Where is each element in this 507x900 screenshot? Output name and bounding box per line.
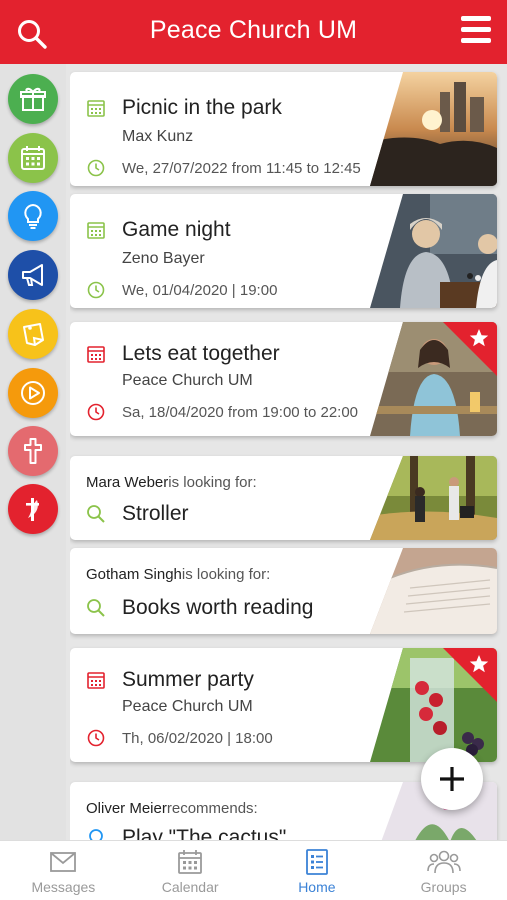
sidebar-item-faith[interactable] <box>8 426 58 476</box>
search-icon <box>87 599 105 617</box>
event-organizer: Peace Church UM <box>122 698 253 715</box>
request-verb: is looking for: <box>181 566 271 583</box>
gift-icon <box>20 87 46 111</box>
clock-icon <box>87 403 105 421</box>
clock-icon <box>87 729 105 747</box>
play-icon <box>21 381 45 405</box>
request-card[interactable]: Gotham Singh is looking for: Books worth… <box>70 548 497 634</box>
picnic-photo <box>370 72 497 186</box>
event-date: Th, 06/02/2020 | 18:00 <box>122 729 273 747</box>
event-card[interactable]: Summer party Peace Church UM Th, 06/02/2… <box>70 648 497 762</box>
tab-messages[interactable]: Messages <box>0 841 127 900</box>
search-icon <box>87 505 105 523</box>
hamburger-menu-icon[interactable] <box>461 16 491 44</box>
event-card[interactable]: Game night Zeno Bayer We, 01/04/2020 | 1… <box>70 194 497 308</box>
sidebar-item-ideas[interactable] <box>8 191 58 241</box>
envelope-icon <box>50 852 77 872</box>
calendar-icon <box>87 346 105 363</box>
event-date: We, 01/04/2020 | 19:00 <box>122 281 278 299</box>
tab-calendar[interactable]: Calendar <box>127 841 254 900</box>
sidebar-item-media[interactable] <box>8 368 58 418</box>
cross-icon <box>24 438 42 464</box>
event-title: Game night <box>122 218 231 241</box>
tab-home[interactable]: Home <box>254 841 381 900</box>
clock-icon <box>87 159 105 177</box>
tab-label: Messages <box>31 879 96 895</box>
requested-item: Stroller <box>122 502 189 525</box>
request-card[interactable]: Mara Weber is looking for: Stroller <box>70 456 497 540</box>
sidebar-item-church[interactable] <box>8 484 58 534</box>
tab-groups[interactable]: Groups <box>380 841 507 900</box>
request-verb: is looking for: <box>168 474 257 491</box>
event-title-row: Picnic in the park <box>86 96 282 120</box>
category-sidebar <box>0 64 66 840</box>
list-icon <box>305 849 328 875</box>
home-feed: Picnic in the park Max Kunz We, 27/07/20… <box>70 64 507 840</box>
people-icon <box>426 850 461 874</box>
recommended-item: Play "The cactus" <box>122 826 287 840</box>
app-header: Peace Church UM <box>0 0 507 64</box>
page-title: Peace Church UM <box>149 16 358 44</box>
lightbulb-icon <box>89 829 103 840</box>
featured-star-ribbon <box>443 322 497 376</box>
sidebar-item-announcements[interactable] <box>8 250 58 300</box>
tab-label: Groups <box>420 879 467 895</box>
book-photo <box>370 548 497 634</box>
event-card[interactable]: Lets eat together Peace Church UM Sa, 18… <box>70 322 497 436</box>
megaphone-icon <box>22 264 43 286</box>
add-button[interactable] <box>421 748 483 810</box>
stroller-photo <box>370 456 497 540</box>
calendar-icon <box>87 222 105 239</box>
sidebar-item-gift[interactable] <box>8 74 58 124</box>
calendar-icon <box>178 850 203 874</box>
recommender-name: Oliver Meier <box>86 800 167 817</box>
tab-label: Home <box>298 879 336 895</box>
requested-item: Books worth reading <box>122 596 314 619</box>
tab-label: Calendar <box>161 879 219 895</box>
event-date: Sa, 18/04/2020 from 19:00 to 22:00 <box>122 403 359 421</box>
calendar-icon <box>87 672 105 689</box>
event-card[interactable]: Picnic in the park Max Kunz We, 27/07/20… <box>70 72 497 186</box>
event-title: Summer party <box>122 668 254 691</box>
clock-icon <box>87 281 105 299</box>
requester-name: Mara Weber <box>86 474 169 491</box>
bottom-tab-bar: Messages Calendar Home Groups <box>0 840 507 900</box>
event-organizer: Peace Church UM <box>122 372 253 389</box>
event-organizer: Zeno Bayer <box>122 250 205 267</box>
event-organizer: Max Kunz <box>122 128 194 145</box>
methodist-cross-icon <box>26 498 39 521</box>
calendar-icon <box>21 146 45 170</box>
event-title: Picnic in the park <box>122 96 282 119</box>
game-night-photo <box>370 194 497 308</box>
requester-name: Gotham Singh <box>86 566 182 583</box>
sticky-note-icon <box>23 323 44 346</box>
event-date: We, 27/07/2022 from 11:45 to 12:45 <box>122 159 361 177</box>
sidebar-item-calendar[interactable] <box>8 133 58 183</box>
event-title: Lets eat together <box>122 342 280 365</box>
recommend-verb: recommends: <box>166 800 258 817</box>
plus-icon <box>440 767 464 791</box>
sidebar-item-notes[interactable] <box>8 309 58 359</box>
featured-star-ribbon <box>443 648 497 702</box>
lightbulb-icon <box>24 203 42 229</box>
calendar-icon <box>87 100 105 117</box>
